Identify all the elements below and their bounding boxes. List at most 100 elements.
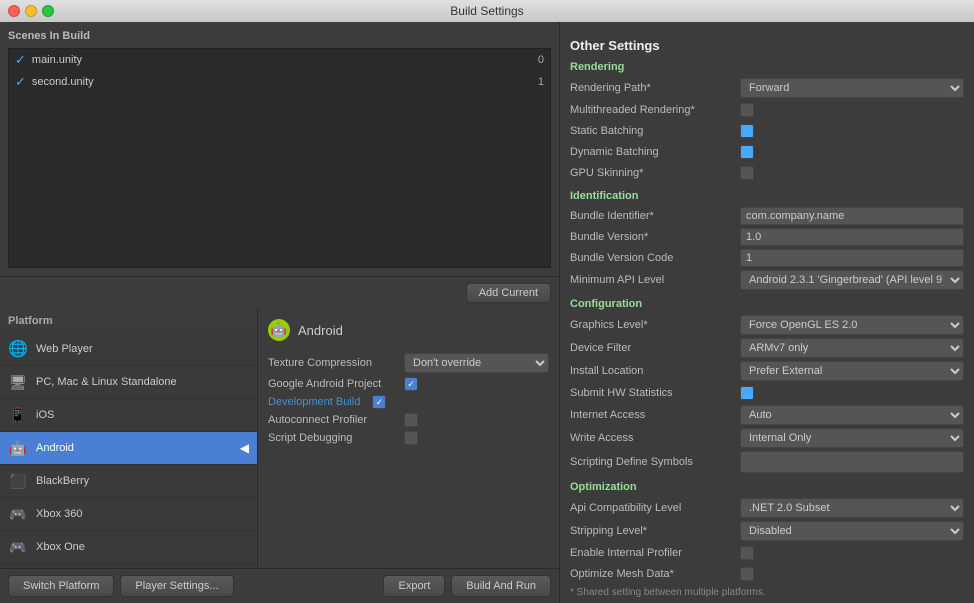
bundle-version-label: Bundle Version* — [570, 231, 740, 243]
platform-label-xboxone: Xbox One — [36, 541, 85, 553]
platform-label-blackberry: BlackBerry — [36, 475, 89, 487]
internal-profiler-row: Enable Internal Profiler — [570, 544, 964, 562]
platform-item-xbox360[interactable]: 🎮 Xbox 360 — [0, 498, 257, 531]
dynamic-batching-label: Dynamic Batching — [570, 146, 740, 158]
submit-hw-label: Submit HW Statistics — [570, 387, 740, 399]
platform-item-web-player[interactable]: 🌐 Web Player — [0, 333, 257, 366]
optimize-mesh-checkbox[interactable] — [740, 567, 754, 581]
optimization-header: Optimization — [570, 481, 964, 493]
blackberry-icon: ⬛ — [8, 471, 28, 491]
switch-platform-button[interactable]: Switch Platform — [8, 575, 114, 597]
static-batching-checkbox[interactable] — [740, 124, 754, 138]
scenes-list: ✓ main.unity 0 ✓ second.unity 1 — [8, 48, 551, 268]
gpu-skinning-label: GPU Skinning* — [570, 167, 740, 179]
script-debug-row: Script Debugging — [268, 431, 549, 445]
player-settings-button[interactable]: Player Settings... — [120, 575, 233, 597]
gpu-skinning-checkbox[interactable] — [740, 166, 754, 180]
submit-hw-checkbox[interactable] — [740, 386, 754, 400]
build-and-run-button[interactable]: Build And Run — [451, 575, 551, 597]
min-api-label: Minimum API Level — [570, 274, 740, 286]
install-location-row: Install Location Prefer External — [570, 361, 964, 381]
platform-section: Platform 🌐 Web Player 🖥 PC, Mac & Linux … — [0, 309, 559, 568]
texture-compression-label: Texture Compression — [268, 357, 398, 369]
min-api-select[interactable]: Android 2.3.1 'Gingerbread' (API level 9… — [740, 270, 964, 290]
bundle-identifier-input[interactable] — [740, 207, 964, 225]
submit-hw-row: Submit HW Statistics — [570, 384, 964, 402]
android-icon: 🤖 — [8, 438, 28, 458]
pc-mac-icon: 🖥 — [8, 372, 28, 392]
scene-item-second[interactable]: ✓ second.unity 1 — [9, 71, 550, 93]
platform-settings-panel: 🤖 Android Texture Compression Don't over… — [258, 309, 559, 568]
platform-item-android[interactable]: 🤖 Android ◀ — [0, 432, 257, 465]
bundle-version-code-row: Bundle Version Code — [570, 249, 964, 267]
write-access-label: Write Access — [570, 432, 740, 444]
scene-check-main: ✓ — [15, 52, 26, 68]
platform-item-xboxone[interactable]: 🎮 Xbox One — [0, 531, 257, 564]
graphics-level-select[interactable]: Force OpenGL ES 2.0 — [740, 315, 964, 335]
static-batching-row: Static Batching — [570, 122, 964, 140]
main-content: Scenes In Build ✓ main.unity 0 ✓ second.… — [0, 22, 974, 603]
google-android-label: Google Android Project — [268, 378, 398, 390]
scene-num-main: 0 — [538, 54, 544, 66]
write-access-select[interactable]: Internal Only — [740, 428, 964, 448]
google-android-checkbox[interactable] — [404, 377, 418, 391]
titlebar: Build Settings — [0, 0, 974, 22]
dynamic-batching-row: Dynamic Batching — [570, 143, 964, 161]
internet-access-label: Internet Access — [570, 409, 740, 421]
internet-access-select[interactable]: Auto — [740, 405, 964, 425]
platform-label-android: Android — [36, 442, 74, 454]
scenes-section: Scenes In Build ✓ main.unity 0 ✓ second.… — [0, 22, 559, 277]
multithreaded-label: Multithreaded Rendering* — [570, 104, 740, 116]
multithreaded-checkbox[interactable] — [740, 103, 754, 117]
stripping-level-select[interactable]: Disabled — [740, 521, 964, 541]
add-current-button[interactable]: Add Current — [466, 283, 551, 303]
texture-compression-select[interactable]: Don't override — [404, 353, 549, 373]
development-build-checkbox[interactable] — [372, 395, 386, 409]
write-access-row: Write Access Internal Only — [570, 428, 964, 448]
rendering-header: Rendering — [570, 61, 964, 73]
bundle-version-code-input[interactable] — [740, 249, 964, 267]
android-selected-arrow: ◀ — [240, 441, 249, 455]
dynamic-batching-checkbox[interactable] — [740, 145, 754, 159]
min-api-row: Minimum API Level Android 2.3.1 'Gingerb… — [570, 270, 964, 290]
api-compat-select[interactable]: .NET 2.0 Subset — [740, 498, 964, 518]
gpu-skinning-row: GPU Skinning* — [570, 164, 964, 182]
texture-compression-row: Texture Compression Don't override — [268, 353, 549, 373]
development-build-label[interactable]: Development Build — [268, 396, 360, 408]
internet-access-row: Internet Access Auto — [570, 405, 964, 425]
api-compat-label: Api Compatibility Level — [570, 502, 740, 514]
minimize-button[interactable] — [25, 5, 37, 17]
device-filter-select[interactable]: ARMv7 only — [740, 338, 964, 358]
platform-item-pc-mac[interactable]: 🖥 PC, Mac & Linux Standalone — [0, 366, 257, 399]
autoconnect-label: Autoconnect Profiler — [268, 414, 398, 426]
scenes-header: Scenes In Build — [8, 30, 551, 42]
scripting-symbols-row: Scripting Define Symbols — [570, 451, 964, 473]
optimize-mesh-label: Optimize Mesh Data* — [570, 568, 740, 580]
scene-num-second: 1 — [538, 76, 544, 88]
platform-label-xbox360: Xbox 360 — [36, 508, 82, 520]
device-filter-label: Device Filter — [570, 342, 740, 354]
export-button[interactable]: Export — [383, 575, 445, 597]
platform-item-blackberry[interactable]: ⬛ BlackBerry — [0, 465, 257, 498]
window-title: Build Settings — [450, 4, 523, 18]
api-compat-row: Api Compatibility Level .NET 2.0 Subset — [570, 498, 964, 518]
bundle-version-input[interactable] — [740, 228, 964, 246]
platform-header: Platform — [0, 309, 257, 333]
scene-item-main[interactable]: ✓ main.unity 0 — [9, 49, 550, 71]
internal-profiler-label: Enable Internal Profiler — [570, 547, 740, 559]
scripting-symbols-input[interactable] — [740, 451, 964, 473]
rendering-path-select[interactable]: Forward — [740, 78, 964, 98]
shared-settings-note: * Shared setting between multiple platfo… — [570, 587, 964, 598]
bottom-buttons-left: Switch Platform Player Settings... — [8, 575, 234, 597]
close-button[interactable] — [8, 5, 20, 17]
maximize-button[interactable] — [42, 5, 54, 17]
script-debug-label: Script Debugging — [268, 432, 398, 444]
script-debug-checkbox[interactable] — [404, 431, 418, 445]
stripping-level-row: Stripping Level* Disabled — [570, 521, 964, 541]
autoconnect-checkbox[interactable] — [404, 413, 418, 427]
install-location-label: Install Location — [570, 365, 740, 377]
install-location-select[interactable]: Prefer External — [740, 361, 964, 381]
left-panel: Scenes In Build ✓ main.unity 0 ✓ second.… — [0, 22, 560, 603]
internal-profiler-checkbox[interactable] — [740, 546, 754, 560]
platform-item-ios[interactable]: 📱 iOS — [0, 399, 257, 432]
